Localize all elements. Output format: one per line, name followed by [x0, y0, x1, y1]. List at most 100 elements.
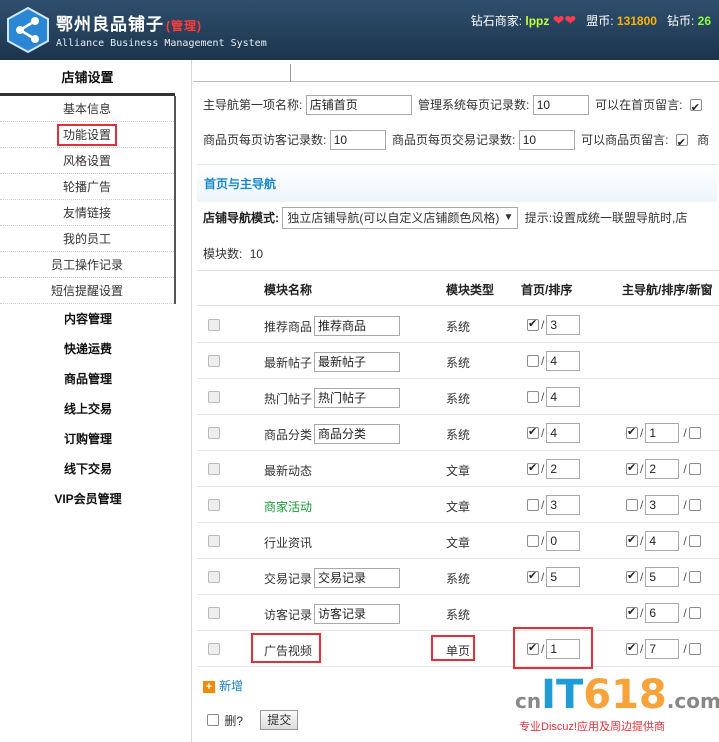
home-show-checkbox[interactable] — [527, 355, 539, 367]
nav-sort-input[interactable]: 5 — [645, 567, 680, 587]
sidebar-item-my-staff[interactable]: 我的员工 — [0, 226, 174, 252]
row-select-checkbox[interactable] — [208, 606, 220, 619]
separator-slash: / — [640, 498, 644, 512]
nav-new-window-checkbox[interactable] — [688, 535, 701, 547]
sidebar-item-sms-reminder[interactable]: 短信提醒设置 — [0, 278, 174, 304]
nav-sort-input[interactable]: 2 — [645, 459, 680, 479]
home-sort-input[interactable]: 2 — [546, 459, 581, 479]
nav-sort-input[interactable]: 7 — [645, 639, 680, 659]
sidebar-item-label: 风格设置 — [62, 154, 111, 168]
module-alias-input[interactable]: 最新帖子 — [314, 352, 401, 372]
tab-active[interactable] — [193, 64, 291, 82]
trade-records-input[interactable]: 10 — [518, 129, 575, 150]
row-select-checkbox[interactable] — [208, 318, 220, 331]
module-type: 文章 — [446, 464, 471, 478]
module-alias-input[interactable]: 访客记录 — [314, 604, 401, 624]
nav-first-label: 主导航第一项名称: — [203, 97, 303, 112]
sidebar-category-content[interactable]: 内容管理 — [0, 304, 176, 334]
nav-sort-input[interactable]: 3 — [645, 495, 680, 515]
highlight-box — [431, 635, 475, 661]
module-type: 系统 — [446, 608, 471, 622]
home-show-checkbox[interactable] — [527, 425, 539, 439]
row-select-checkbox[interactable] — [208, 570, 220, 583]
row-select-checkbox[interactable] — [208, 354, 220, 367]
submit-button[interactable]: 提交 — [260, 710, 299, 730]
sidebar-section-title[interactable]: 店铺设置 — [0, 60, 175, 96]
sidebar-category-online-trade[interactable]: 线上交易 — [0, 394, 176, 424]
nav-sort-input[interactable]: 4 — [645, 531, 680, 551]
nav-show-checkbox[interactable] — [626, 461, 638, 475]
table-row: 访客记录访客记录 系统 /6/ — [197, 595, 719, 631]
sidebar-item-feature-settings[interactable]: 功能设置 — [0, 122, 174, 148]
username-link[interactable]: lppz — [525, 14, 549, 28]
app-subtitle: Alliance Business Management System — [56, 38, 267, 49]
nav-show-checkbox[interactable] — [626, 641, 638, 655]
home-sort-input[interactable]: 5 — [546, 567, 581, 587]
sidebar-item-staff-log[interactable]: 员工操作记录 — [0, 252, 174, 278]
separator-slash: / — [541, 426, 545, 440]
sidebar-item-style-settings[interactable]: 风格设置 — [0, 148, 174, 174]
module-alias-input[interactable]: 推荐商品 — [314, 316, 401, 336]
visitor-records-input[interactable]: 10 — [329, 129, 386, 150]
sidebar-category-offline-trade[interactable]: 线下交易 — [0, 454, 176, 484]
module-alias-input[interactable]: 热门帖子 — [314, 388, 401, 408]
nav-show-checkbox[interactable] — [626, 533, 638, 547]
home-sort-input[interactable]: 3 — [546, 315, 581, 335]
nav-new-window-checkbox[interactable] — [688, 427, 701, 439]
admin-tag: (管理) — [166, 19, 202, 33]
home-show-checkbox[interactable] — [527, 317, 539, 331]
records-per-page-input[interactable]: 10 — [532, 94, 589, 115]
heart-icon: ❤❤ — [552, 12, 577, 28]
nav-show-checkbox[interactable] — [626, 605, 638, 619]
product-comment-checkbox[interactable] — [675, 132, 688, 154]
sidebar-category-orders[interactable]: 订购管理 — [0, 424, 176, 454]
nav-new-window-checkbox[interactable] — [688, 607, 701, 619]
nav-new-window-checkbox[interactable] — [688, 571, 701, 583]
home-sort-input[interactable]: 3 — [546, 495, 581, 515]
nav-mode-select[interactable]: 独立店铺导航(可以自定义店铺颜色风格) ▼ — [282, 206, 519, 229]
module-name: 交易记录 — [264, 571, 313, 586]
module-type: 系统 — [446, 572, 471, 586]
nav-new-window-checkbox[interactable] — [688, 463, 701, 475]
module-alias-input[interactable]: 商品分类 — [314, 424, 401, 444]
add-module-button[interactable]: + 新增 — [203, 677, 243, 694]
sidebar-category-vip[interactable]: VIP会员管理 — [0, 484, 176, 514]
nav-show-checkbox[interactable] — [626, 569, 638, 583]
table-row: 商家活动 文章/3/3/ — [197, 487, 719, 523]
home-sort-input[interactable]: 0 — [546, 531, 581, 551]
sidebar-item-label: 友情链接 — [62, 206, 111, 220]
home-sort-input[interactable]: 4 — [546, 351, 581, 371]
home-show-checkbox[interactable] — [527, 499, 539, 511]
row-select-checkbox[interactable] — [208, 534, 220, 547]
nav-sort-input[interactable]: 6 — [645, 603, 680, 623]
home-show-checkbox[interactable] — [527, 391, 539, 403]
sidebar-category-products[interactable]: 商品管理 — [0, 364, 176, 394]
row-select-checkbox[interactable] — [208, 642, 220, 655]
sidebar-item-carousel-ads[interactable]: 轮播广告 — [0, 174, 174, 200]
home-show-checkbox[interactable] — [527, 535, 539, 547]
nav-sort-input[interactable]: 1 — [645, 423, 680, 443]
nav-show-checkbox[interactable] — [626, 425, 638, 439]
home-show-checkbox[interactable] — [527, 461, 539, 475]
coin-value: 26 — [697, 14, 711, 28]
home-sort-input[interactable]: 4 — [546, 423, 581, 443]
sidebar-item-basic-info[interactable]: 基本信息 — [0, 96, 174, 122]
separator-slash: / — [541, 390, 545, 404]
nav-first-input[interactable]: 店铺首页 — [305, 94, 412, 115]
sidebar-item-label: 员工操作记录 — [50, 258, 123, 272]
module-alias-input[interactable]: 交易记录 — [314, 568, 401, 588]
row-select-checkbox[interactable] — [208, 498, 220, 511]
sidebar-item-friend-links[interactable]: 友情链接 — [0, 200, 174, 226]
row-select-checkbox[interactable] — [208, 462, 220, 475]
home-comment-checkbox[interactable] — [689, 97, 702, 119]
nav-new-window-checkbox[interactable] — [688, 643, 701, 655]
row-select-checkbox[interactable] — [208, 390, 220, 403]
home-show-checkbox[interactable] — [527, 569, 539, 583]
row-select-checkbox[interactable] — [208, 426, 220, 439]
delete-checkbox[interactable] — [207, 714, 219, 726]
nav-show-checkbox[interactable] — [626, 499, 638, 511]
home-sort-input[interactable]: 4 — [546, 387, 581, 407]
sidebar-category-shipping[interactable]: 快递运费 — [0, 334, 176, 364]
nav-new-window-checkbox[interactable] — [688, 499, 701, 511]
separator-slash: / — [541, 354, 545, 368]
